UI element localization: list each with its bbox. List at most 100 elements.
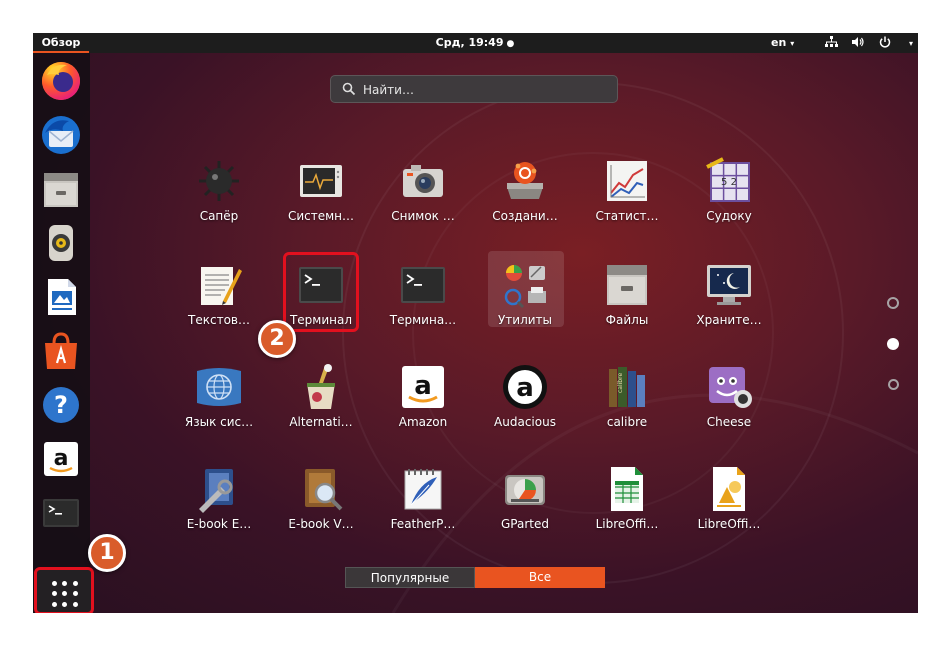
app-ebook-viewer[interactable]: E-book V… — [271, 465, 371, 555]
show-applications-button[interactable] — [34, 567, 94, 613]
audacious-icon: a — [503, 365, 547, 409]
grid-icon — [51, 580, 79, 608]
app-mines[interactable]: Сапёр — [169, 157, 269, 247]
thunderbird-icon[interactable] — [39, 113, 83, 157]
page-indicator-3[interactable] — [888, 379, 899, 390]
writer-icon[interactable] — [39, 275, 83, 319]
ebook-editor-icon — [199, 469, 233, 513]
activities-button[interactable]: Обзор — [33, 33, 89, 53]
files-icon[interactable] — [39, 167, 83, 211]
app-statistics[interactable]: Статист… — [577, 157, 677, 247]
help-icon[interactable]: ? — [39, 383, 83, 427]
app-label: calibre — [606, 415, 648, 429]
app-cheese[interactable]: Cheese — [679, 363, 779, 453]
power-icon — [879, 36, 891, 51]
terminal-icon[interactable] — [39, 491, 83, 535]
text-editor-icon — [201, 267, 242, 305]
search-input[interactable] — [361, 79, 605, 101]
system-tray[interactable]: ▾ — [825, 35, 914, 51]
notification-dot-icon: ● — [506, 39, 515, 49]
clock-button[interactable]: Срд, 19:49 ● — [436, 33, 515, 54]
app-label: E-book V… — [288, 517, 354, 531]
svg-text:5 2: 5 2 — [721, 177, 737, 188]
svg-text:a: a — [516, 373, 534, 403]
chevron-down-icon: ▾ — [790, 39, 795, 48]
amazon-icon: a — [402, 366, 444, 408]
step-badge-2: 2 — [258, 320, 296, 358]
volume-icon — [852, 36, 865, 51]
app-label: Судоку — [706, 209, 752, 223]
app-label: Alternati… — [289, 415, 353, 429]
app-audacious[interactable]: a Audacious — [475, 363, 575, 453]
app-startup-disk[interactable]: Создани… — [475, 157, 575, 247]
app-amazon[interactable]: a Amazon — [373, 363, 473, 453]
app-sudoku[interactable]: 5 2 Судоку — [679, 157, 779, 247]
svg-text:calibre: calibre — [617, 373, 624, 393]
app-alternatives[interactable]: Alternati… — [271, 363, 371, 453]
app-label: E-book E… — [186, 517, 252, 531]
app-label: LibreOffi… — [595, 517, 659, 531]
app-featherpad[interactable]: FeatherP… — [373, 465, 473, 555]
language-icon — [197, 368, 241, 406]
draw-icon — [713, 467, 745, 511]
app-label: Снимок … — [391, 209, 455, 223]
ebook-viewer-icon — [305, 469, 343, 511]
top-bar: Обзор Срд, 19:49 ● en ▾ ▾ — [33, 33, 918, 53]
step-badge-1: 1 — [88, 534, 126, 572]
app-label: Файлы — [605, 313, 649, 327]
app-screensaver[interactable]: Хранитe… — [679, 261, 779, 351]
app-ebook-editor[interactable]: E-book E… — [169, 465, 269, 555]
dock: ? a — [33, 53, 90, 613]
calc-icon — [611, 467, 643, 511]
files-icon — [607, 265, 647, 305]
desktop-screen: Обзор Срд, 19:49 ● en ▾ ▾ ? a Найти… Сап… — [33, 33, 918, 613]
statistics-icon — [607, 161, 647, 201]
app-screenshot[interactable]: Снимок … — [373, 157, 473, 247]
app-label: Хранитe… — [696, 313, 762, 327]
app-calibre[interactable]: calibre calibre — [577, 363, 677, 453]
page-indicator-2[interactable] — [887, 338, 899, 350]
software-icon[interactable] — [39, 329, 83, 373]
app-terminal-2[interactable]: Термина… — [373, 261, 473, 351]
featherpad-icon — [404, 469, 442, 510]
app-libreoffice-draw[interactable]: LibreOffi… — [679, 465, 779, 555]
system-monitor-icon — [300, 165, 342, 197]
app-label: Термина… — [389, 313, 457, 327]
search-box[interactable] — [330, 75, 618, 103]
app-system-monitor[interactable]: Системн… — [271, 157, 371, 247]
chevron-down-icon: ▾ — [909, 38, 914, 48]
app-label: Системн… — [287, 209, 355, 223]
app-gparted[interactable]: GParted — [475, 465, 575, 555]
app-files[interactable]: Файлы — [577, 261, 677, 351]
terminal-highlight-frame — [283, 252, 359, 332]
tab-popular[interactable]: Популярные — [345, 567, 475, 588]
app-language-support[interactable]: Язык сис… — [169, 363, 269, 453]
page-indicator-1[interactable] — [887, 297, 899, 309]
utilities-folder-icon — [504, 265, 546, 309]
mines-icon — [199, 161, 239, 201]
app-label: Amazon — [398, 415, 448, 429]
app-text-editor[interactable]: Текстов… — [169, 261, 269, 351]
network-icon — [825, 35, 838, 51]
app-label: LibreOffi… — [697, 517, 761, 531]
app-folder-utilities[interactable]: Утилиты — [475, 261, 575, 351]
app-label: Сапёр — [199, 209, 239, 223]
startup-disk-icon — [507, 162, 543, 199]
calibre-icon: calibre — [609, 367, 645, 407]
screensaver-icon — [707, 265, 751, 305]
tab-all[interactable]: Все — [475, 567, 605, 588]
amazon-icon[interactable]: a — [39, 437, 83, 481]
app-libreoffice-calc[interactable]: LibreOffi… — [577, 465, 677, 555]
app-view-switcher: Популярные Все — [345, 567, 605, 588]
svg-text:a: a — [414, 371, 432, 401]
app-label: Язык сис… — [184, 415, 254, 429]
app-label: Создани… — [492, 209, 558, 223]
firefox-icon[interactable] — [39, 59, 83, 103]
gparted-icon — [505, 475, 545, 505]
search-icon — [342, 82, 356, 96]
app-label: Cheese — [706, 415, 752, 429]
rhythmbox-icon[interactable] — [39, 221, 83, 265]
app-label: GParted — [501, 517, 549, 531]
cheese-icon — [709, 367, 752, 408]
language-menu[interactable]: en ▾ — [771, 33, 794, 54]
